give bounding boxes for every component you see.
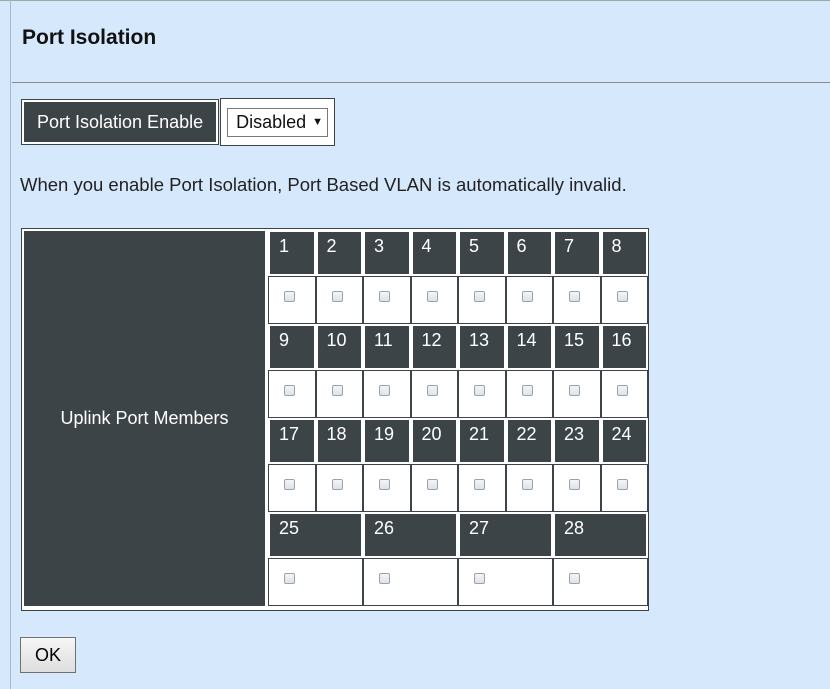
port-cell-9 [268,370,316,418]
port-checkbox-18[interactable] [331,479,343,490]
port-header-5: 5 [458,230,506,276]
port-cell-13 [458,370,506,418]
port-isolation-enable-row: Port Isolation Enable Disabled ▼ [20,98,336,146]
port-header-28: 28 [553,512,648,558]
port-cell-26 [363,558,458,606]
port-header-23: 23 [553,418,601,464]
port-header-27: 27 [458,512,553,558]
port-isolation-enable-value: Disabled [236,111,307,132]
port-checkbox-13[interactable] [474,385,485,396]
port-header-13: 13 [458,324,506,370]
port-checkbox-27[interactable] [474,573,485,584]
port-cell-8 [600,276,648,324]
port-checkbox-14[interactable] [521,385,533,396]
port-header-3: 3 [363,230,411,276]
port-checkbox-10[interactable] [331,385,343,396]
uplink-port-members-table: Uplink Port Members 1 2 3 4 5 6 7 8 9 10 11 12 13 14 1… [21,228,649,611]
port-checkbox-9[interactable] [284,385,295,396]
port-header-4: 4 [410,230,458,276]
port-cell-11 [363,370,411,418]
port-cell-24 [600,464,648,512]
port-cell-15 [553,370,601,418]
port-header-19: 19 [363,418,411,464]
port-cell-21 [458,464,506,512]
port-cell-7 [553,276,601,324]
port-cell-23 [553,464,601,512]
port-checkbox-22[interactable] [521,479,533,490]
port-cell-5 [458,276,506,324]
port-isolation-enable-label: Port Isolation Enable [20,99,220,145]
dropdown-arrow-icon: ▼ [312,116,324,128]
port-header-12: 12 [410,324,458,370]
port-checkbox-19[interactable] [379,479,390,490]
port-checkbox-5[interactable] [474,291,485,302]
port-header-7: 7 [553,230,601,276]
port-checkbox-21[interactable] [474,479,485,490]
uplink-port-members-label: Uplink Port Members [22,229,267,608]
page-title: Port Isolation [22,26,157,49]
port-cell-6 [505,276,553,324]
port-header-24: 24 [600,418,648,464]
port-header-11: 11 [363,324,411,370]
port-cell-22 [505,464,553,512]
port-cell-17 [268,464,316,512]
port-checkbox-26[interactable] [379,573,390,584]
frame-left-border [10,0,11,689]
port-header-15: 15 [553,324,601,370]
port-cell-14 [505,370,553,418]
port-checkbox-11[interactable] [379,385,390,396]
port-checkbox-16[interactable] [616,385,628,396]
port-header-25: 25 [268,512,363,558]
port-checkbox-4[interactable] [426,291,438,302]
port-header-6: 6 [505,230,553,276]
port-header-2: 2 [315,230,363,276]
port-checkbox-24[interactable] [616,479,628,490]
title-divider [12,82,830,83]
port-header-14: 14 [505,324,553,370]
frame-top-border [0,0,830,1]
port-isolation-enable-select[interactable]: Disabled ▼ [227,107,329,137]
port-header-1: 1 [268,230,316,276]
port-header-18: 18 [315,418,363,464]
port-cell-12 [410,370,458,418]
port-checkbox-15[interactable] [569,385,580,396]
port-cell-10 [315,370,363,418]
port-checkbox-6[interactable] [521,291,533,302]
port-cell-16 [600,370,648,418]
port-header-10: 10 [315,324,363,370]
port-checkbox-20[interactable] [426,479,438,490]
port-cell-4 [410,276,458,324]
ok-button[interactable]: OK [20,637,76,673]
port-cell-20 [410,464,458,512]
port-checkbox-1[interactable] [284,291,295,302]
port-isolation-enable-cell: Disabled ▼ [220,98,336,146]
port-cell-18 [315,464,363,512]
port-checkbox-2[interactable] [331,291,343,302]
port-header-9: 9 [268,324,316,370]
port-checkbox-28[interactable] [569,573,580,584]
port-header-21: 21 [458,418,506,464]
port-cell-3 [363,276,411,324]
port-checkbox-3[interactable] [379,291,390,302]
port-cell-1 [268,276,316,324]
port-checkbox-7[interactable] [569,291,580,302]
port-cell-27 [458,558,553,606]
port-header-8: 8 [600,230,648,276]
port-checkbox-17[interactable] [284,479,295,490]
port-header-17: 17 [268,418,316,464]
port-header-16: 16 [600,324,648,370]
port-cell-25 [268,558,363,606]
port-checkbox-8[interactable] [616,291,628,302]
port-checkbox-25[interactable] [284,573,295,584]
port-cell-2 [315,276,363,324]
port-header-22: 22 [505,418,553,464]
vlan-notice-text: When you enable Port Isolation, Port Bas… [20,174,627,195]
port-checkbox-12[interactable] [426,385,438,396]
port-cell-19 [363,464,411,512]
port-header-20: 20 [410,418,458,464]
port-header-26: 26 [363,512,458,558]
port-cell-28 [553,558,648,606]
port-checkbox-23[interactable] [569,479,580,490]
